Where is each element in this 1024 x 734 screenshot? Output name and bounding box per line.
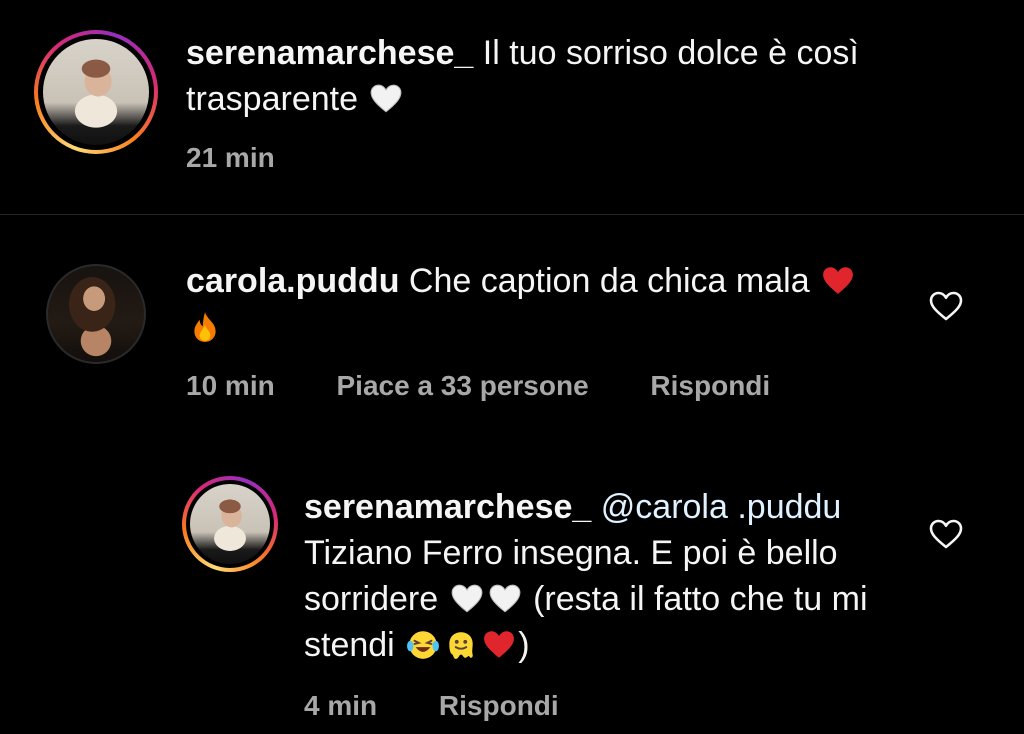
melting-face-icon — [449, 632, 473, 659]
timestamp: 21 min — [186, 142, 275, 173]
closing-paren: ) — [518, 626, 530, 664]
username[interactable]: serenamarchese_ — [186, 34, 473, 72]
comment-text: serenamarchese_ @carola .puddu Tiziano F… — [304, 484, 894, 668]
like-heart-icon[interactable] — [928, 290, 964, 322]
reply-button[interactable]: Rispondi — [650, 370, 770, 401]
white-heart-icon — [451, 584, 483, 613]
divider — [0, 214, 1024, 215]
avatar-image — [46, 264, 146, 364]
reply-button[interactable]: Rispondi — [439, 690, 559, 721]
timestamp: 10 min — [186, 370, 275, 401]
comment-text: carola.puddu Che caption da chica mala — [186, 258, 886, 350]
mention-link[interactable]: @carola .puddu — [601, 488, 842, 526]
white-heart-icon — [371, 84, 402, 113]
white-heart-icon — [489, 584, 521, 613]
like-heart-icon[interactable] — [928, 518, 964, 550]
avatar-image — [190, 484, 270, 564]
fire-icon — [194, 312, 216, 342]
timestamp: 4 min — [304, 690, 378, 721]
comment-meta: 4 min Rispondi — [304, 690, 613, 722]
avatar[interactable] — [46, 264, 146, 364]
likes-count-link[interactable]: Piace a 33 persone — [336, 370, 588, 401]
comment-text: serenamarchese_ Il tuo sorriso dolce è c… — [186, 30, 906, 122]
comment-meta: 10 min Piace a 33 persone Rispondi — [186, 370, 824, 402]
laughing-tears-icon — [407, 631, 440, 659]
comment-body: Che caption da chica mala — [408, 262, 810, 300]
comment-meta: 21 min — [186, 142, 329, 174]
red-heart-icon — [823, 267, 853, 294]
avatar-image — [43, 39, 149, 145]
avatar[interactable] — [182, 476, 278, 572]
red-heart-icon — [484, 631, 515, 658]
username[interactable]: serenamarchese_ — [304, 488, 591, 526]
avatar[interactable] — [34, 30, 158, 154]
username[interactable]: carola.puddu — [186, 262, 399, 300]
